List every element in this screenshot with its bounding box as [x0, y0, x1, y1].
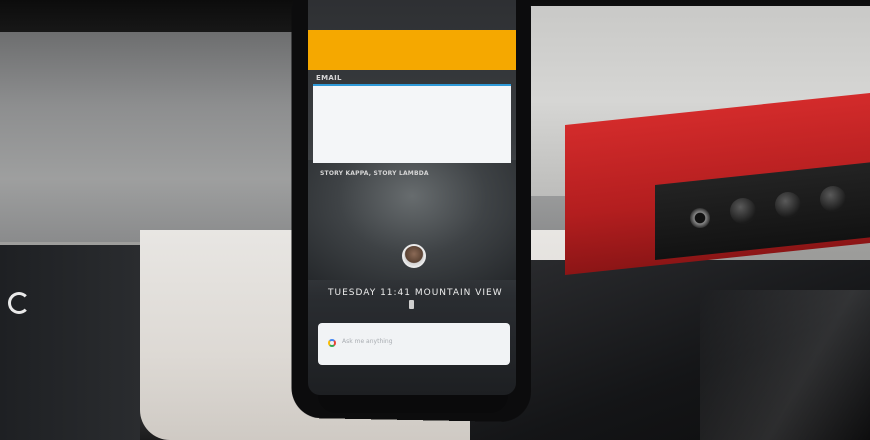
avatar[interactable] — [402, 244, 426, 268]
battery-icon — [409, 300, 414, 309]
search-placeholder: Ask me anything — [342, 338, 393, 345]
notification-card[interactable] — [313, 84, 511, 121]
desk-reflection — [700, 290, 870, 440]
external-drive — [0, 245, 140, 440]
search-bar[interactable]: Ask me anything — [318, 323, 510, 365]
notification-header — [308, 30, 516, 70]
input-jack-icon — [690, 208, 710, 228]
knob-icon — [775, 192, 801, 218]
phone-screen: EMAIL STORY KAPPA, STORY LAMBDA TUESDAY … — [308, 0, 516, 395]
knob-icon — [730, 198, 756, 224]
notification-card[interactable] — [313, 119, 511, 163]
email-label: EMAIL — [316, 74, 342, 82]
photo-scene: EMAIL STORY KAPPA, STORY LAMBDA TUESDAY … — [0, 0, 870, 440]
seagate-logo-icon — [8, 292, 30, 314]
lockscreen-clock: TUESDAY 11:41 MOUNTAIN VIEW — [328, 288, 503, 298]
phone-chin — [318, 395, 508, 413]
story-label: STORY KAPPA, STORY LAMBDA — [320, 170, 429, 177]
google-g-icon — [328, 339, 336, 347]
knob-icon — [820, 186, 846, 212]
